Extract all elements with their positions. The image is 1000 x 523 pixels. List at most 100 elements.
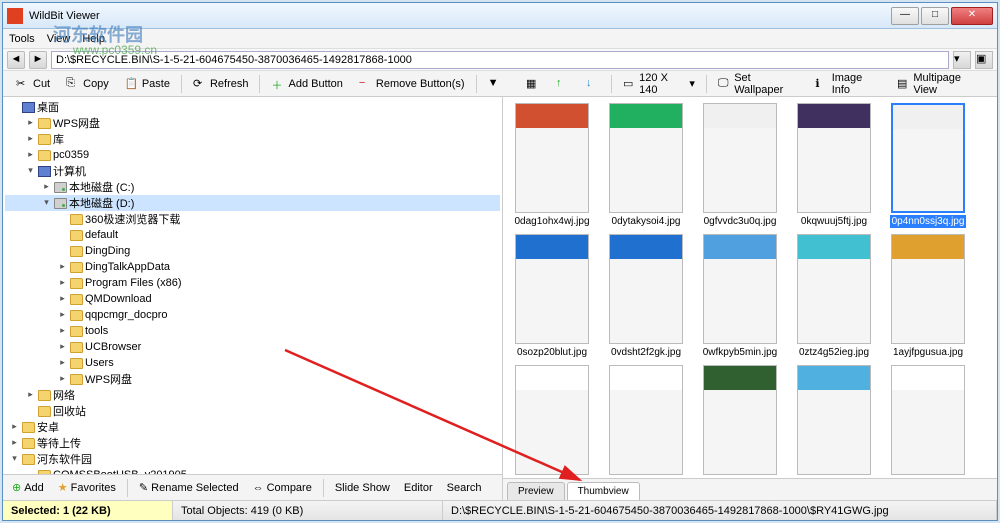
slideshow-button[interactable]: Slide Show: [330, 480, 395, 496]
search-button[interactable]: Search: [442, 480, 487, 496]
addr-go-button[interactable]: ▣: [975, 51, 993, 69]
thumbnail-item[interactable]: 1etncvut3r4.jpg: [789, 365, 879, 478]
add-button-button[interactable]: ＋Add Button: [264, 74, 349, 94]
thumbnail-item[interactable]: 1bi5501msgh (1).jpg: [507, 365, 597, 478]
thumbnail-item[interactable]: 1c0xtkoda2m.jpg: [695, 365, 785, 478]
tree-node[interactable]: ▸qqpcmgr_docpro: [5, 307, 500, 323]
tab-thumbview[interactable]: Thumbview: [567, 482, 640, 500]
tree-node[interactable]: COMSSBootUSB_v201905: [5, 467, 500, 474]
thumbnail-item[interactable]: 0wfkpyb5min.jpg: [695, 234, 785, 359]
maximize-button[interactable]: □: [921, 7, 949, 25]
tree-node[interactable]: ▸Users: [5, 355, 500, 371]
thumbnail-item[interactable]: 0p4nn0ssj3q.jpg: [883, 103, 973, 228]
expand-icon[interactable]: ▸: [25, 390, 36, 401]
expand-icon[interactable]: ▸: [57, 326, 68, 337]
tree-node[interactable]: ▸WPS网盘: [5, 371, 500, 387]
tree-node[interactable]: 360极速浏览器下载: [5, 211, 500, 227]
expand-icon[interactable]: ▸: [57, 294, 68, 305]
add-fav-button[interactable]: ⊕Add: [7, 479, 49, 496]
plus-circle-icon: ⊕: [12, 481, 21, 494]
tree-node[interactable]: ▸库: [5, 131, 500, 147]
expand-icon[interactable]: [9, 102, 20, 113]
addr-dropdown-button[interactable]: ▾: [953, 51, 971, 69]
multipage-button[interactable]: ▤Multipage View: [890, 69, 991, 99]
expand-icon[interactable]: ▸: [57, 374, 68, 385]
tree-node[interactable]: ▸WPS网盘: [5, 115, 500, 131]
menu-tools[interactable]: Tools: [9, 33, 35, 45]
address-input[interactable]: [51, 51, 949, 69]
expand-icon[interactable]: [57, 230, 68, 241]
cut-button[interactable]: ✂Cut: [9, 74, 57, 94]
tree-node[interactable]: 桌面: [5, 99, 500, 115]
menu-view[interactable]: View: [47, 33, 71, 45]
tree-node[interactable]: ▸DingTalkAppData: [5, 259, 500, 275]
expand-icon[interactable]: [25, 406, 36, 417]
thumb-image: [609, 365, 683, 475]
tree-node[interactable]: default: [5, 227, 500, 243]
tree-node[interactable]: ▾计算机: [5, 163, 500, 179]
tree-node[interactable]: ▸tools: [5, 323, 500, 339]
remove-buttons-button[interactable]: −Remove Button(s): [352, 74, 472, 94]
tab-preview[interactable]: Preview: [507, 482, 565, 500]
tree-node[interactable]: ▾河东软件园: [5, 451, 500, 467]
expand-icon[interactable]: ▸: [57, 310, 68, 321]
tree-node[interactable]: ▸pc0359: [5, 147, 500, 163]
thumbnail-item[interactable]: 1fkipm4zydl.jpg: [883, 365, 973, 478]
thumbnail-item[interactable]: 0gfvvdc3u0q.jpg: [695, 103, 785, 228]
expand-icon[interactable]: [57, 246, 68, 257]
wallpaper-button[interactable]: 🖵Set Wallpaper: [711, 69, 807, 99]
copy-button[interactable]: ⎘Copy: [59, 74, 116, 94]
thumbnail-item[interactable]: 1ayjfpgusua.jpg: [883, 234, 973, 359]
thumb-size-button[interactable]: ▭120 X 140▾: [616, 69, 702, 99]
expand-icon[interactable]: ▸: [57, 358, 68, 369]
expand-icon[interactable]: ▸: [25, 150, 36, 161]
thumbnail-item[interactable]: 1bi5501msgh.jpg: [601, 365, 691, 478]
view-mode-button[interactable]: ▦: [519, 74, 547, 94]
editor-button[interactable]: Editor: [399, 480, 438, 496]
thumbnail-item[interactable]: 0dag1ohx4wj.jpg: [507, 103, 597, 228]
expand-icon[interactable]: ▸: [57, 262, 68, 273]
expand-icon[interactable]: ▸: [25, 134, 36, 145]
tree-node[interactable]: ▸Program Files (x86): [5, 275, 500, 291]
rename-button[interactable]: ✎Rename Selected: [134, 479, 244, 496]
expand-icon[interactable]: ▸: [57, 342, 68, 353]
minimize-button[interactable]: —: [891, 7, 919, 25]
expand-icon[interactable]: ▸: [41, 182, 52, 193]
nav-up-button[interactable]: ↑: [549, 74, 577, 94]
tree-node[interactable]: ▸网络: [5, 387, 500, 403]
expand-icon[interactable]: ▾: [9, 454, 20, 465]
expand-icon[interactable]: ▸: [57, 278, 68, 289]
paste-button[interactable]: 📋Paste: [118, 74, 177, 94]
close-button[interactable]: ✕: [951, 7, 993, 25]
nav-back-button[interactable]: ◄: [7, 51, 25, 69]
expand-icon[interactable]: ▸: [9, 422, 20, 433]
folder-tree[interactable]: 桌面▸WPS网盘▸库▸pc0359▾计算机▸本地磁盘 (C:)▾本地磁盘 (D:…: [3, 97, 502, 474]
expand-icon[interactable]: ▸: [9, 438, 20, 449]
expand-icon[interactable]: [57, 214, 68, 225]
tree-node[interactable]: ▸QMDownload: [5, 291, 500, 307]
thumbnail-item[interactable]: 0dytakysoi4.jpg: [601, 103, 691, 228]
refresh-button[interactable]: ⟳Refresh: [186, 74, 256, 94]
thumbnail-item[interactable]: 0ztz4g52ieg.jpg: [789, 234, 879, 359]
thumbnail-item[interactable]: 0sozp20blut.jpg: [507, 234, 597, 359]
nav-down-button[interactable]: ↓: [579, 74, 607, 94]
expand-icon[interactable]: ▸: [25, 118, 36, 129]
expand-icon[interactable]: ▾: [41, 198, 52, 209]
tree-node[interactable]: ▸等待上传: [5, 435, 500, 451]
thumbnail-item[interactable]: 0kqwuuj5ftj.jpg: [789, 103, 879, 228]
compare-button[interactable]: ⇔Compare: [248, 480, 317, 496]
nav-fwd-button[interactable]: ►: [29, 51, 47, 69]
thumbnail-grid[interactable]: 0dag1ohx4wj.jpg0dytakysoi4.jpg0gfvvdc3u0…: [503, 97, 997, 478]
menu-help[interactable]: Help: [82, 33, 105, 45]
image-info-button[interactable]: ℹImage Info: [808, 69, 888, 99]
tree-node[interactable]: 回收站: [5, 403, 500, 419]
tree-node[interactable]: ▾本地磁盘 (D:): [5, 195, 500, 211]
thumbnail-item[interactable]: 0vdsht2f2gk.jpg: [601, 234, 691, 359]
favorites-button[interactable]: ★Favorites: [53, 479, 121, 496]
tree-node[interactable]: ▸UCBrowser: [5, 339, 500, 355]
expand-icon[interactable]: ▾: [25, 166, 36, 177]
tree-node[interactable]: ▸安卓: [5, 419, 500, 435]
tree-node[interactable]: ▸本地磁盘 (C:): [5, 179, 500, 195]
filter-button[interactable]: ▼: [481, 74, 509, 94]
tree-node[interactable]: DingDing: [5, 243, 500, 259]
